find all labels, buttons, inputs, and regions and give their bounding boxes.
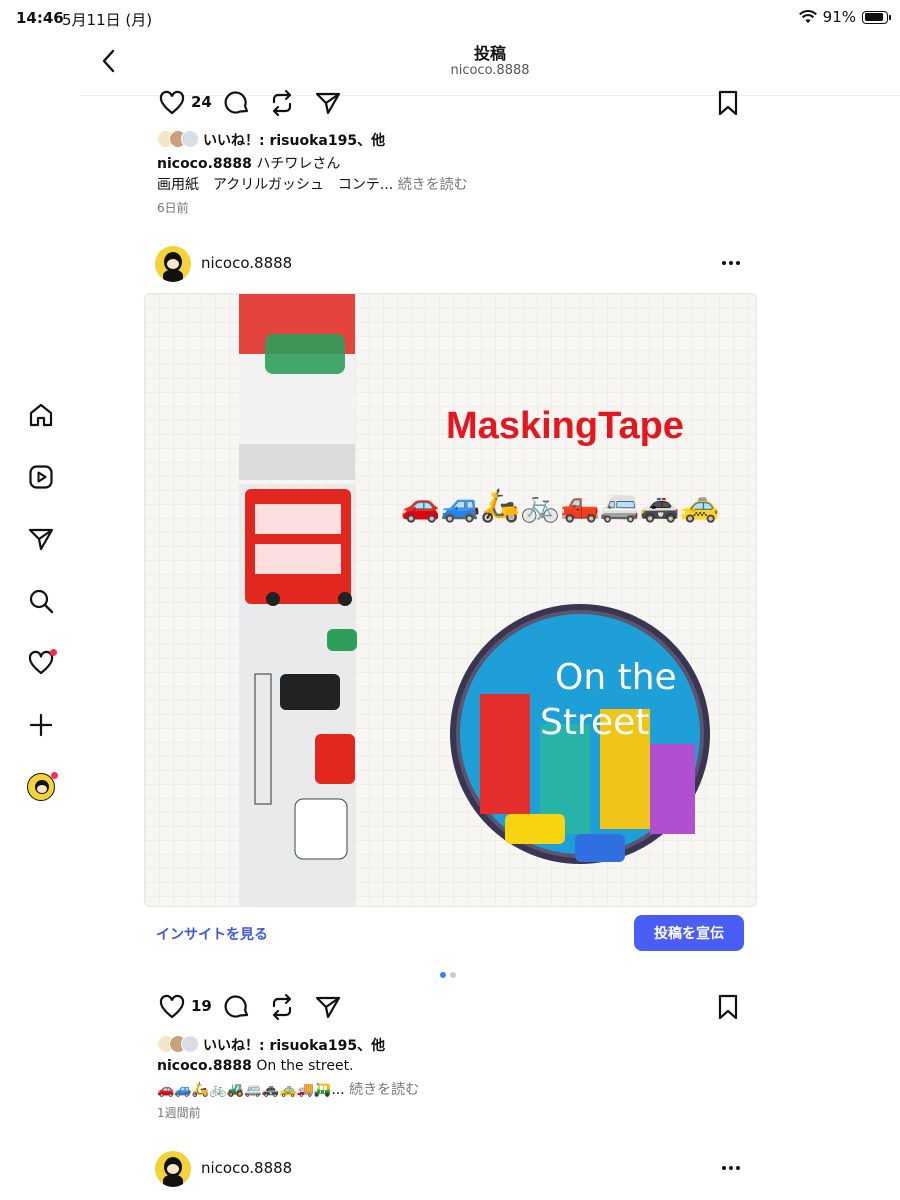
status-date: 5月11日 (月) <box>62 11 153 29</box>
promote-post-button[interactable]: 投稿を宣伝 <box>634 915 744 951</box>
more-icon <box>722 1166 740 1170</box>
comment-button[interactable] <box>220 990 254 1024</box>
caption-text: ハチワレさん <box>256 156 341 172</box>
like-button[interactable] <box>155 990 189 1024</box>
repost-button[interactable] <box>265 86 299 120</box>
share-button[interactable] <box>311 990 345 1024</box>
nav-create[interactable] <box>24 708 58 742</box>
caption-text-2: 🚗🚙🛵🚲🚜🚐🚓🚕🚚🛺... <box>157 1082 345 1098</box>
reels-icon <box>29 465 53 489</box>
caption-text: On the street. <box>256 1058 354 1074</box>
repost-icon <box>272 89 292 117</box>
liked-avatars <box>157 130 199 148</box>
caption-line: nicoco.8888 ハチワレさん <box>157 153 340 173</box>
status-time: 14:46 <box>16 9 64 27</box>
avatar[interactable] <box>155 246 191 282</box>
send-icon <box>315 92 341 115</box>
more-icon <box>722 261 740 265</box>
caption-username[interactable]: nicoco.8888 <box>157 156 252 172</box>
heart-icon <box>159 90 185 115</box>
repost-icon <box>272 993 292 1021</box>
heart-icon <box>159 994 185 1019</box>
carousel-dot <box>440 972 446 978</box>
liked-avatars <box>157 1035 199 1053</box>
save-button[interactable] <box>711 990 745 1024</box>
page-title: 投稿 <box>473 44 506 63</box>
post-time: 1週間前 <box>157 1106 201 1120</box>
status-bar: 14:46 5月11日 (月) 91% <box>0 0 900 36</box>
caption-username[interactable]: nicoco.8888 <box>157 1058 252 1074</box>
read-more-link[interactable]: 続きを読む <box>398 177 468 193</box>
notification-dot <box>51 772 58 779</box>
send-icon <box>28 528 54 551</box>
nav-activity[interactable] <box>24 646 58 680</box>
comment-icon <box>224 91 249 114</box>
bookmark-icon <box>718 90 738 116</box>
repost-button[interactable] <box>265 990 299 1024</box>
like-count: 19 <box>191 997 212 1015</box>
battery-icon <box>862 10 891 24</box>
image-emoji-row: 🚗🚙🛵🚲🛻🚐🚓🚕 <box>401 486 720 524</box>
like-button[interactable] <box>155 86 189 120</box>
page-subtitle: nicoco.8888 <box>450 63 530 78</box>
caption-line-2: 🚗🚙🛵🚲🚜🚐🚓🚕🚚🛺... 続きを読む <box>157 1079 419 1099</box>
nav-search[interactable] <box>24 584 58 618</box>
carousel-dot <box>450 972 456 978</box>
nav-messages[interactable] <box>24 522 58 556</box>
like-count: 24 <box>191 93 212 111</box>
caption-line-2: 画用紙 アクリルガッシュ コンテ... 続きを読む <box>157 174 468 194</box>
caption-line: nicoco.8888 On the street. <box>157 1058 354 1074</box>
home-icon <box>29 403 53 427</box>
post-image[interactable]: MaskingTape 🚗🚙🛵🚲🛻🚐🚓🚕 On the Street <box>144 293 757 907</box>
carousel-indicator <box>440 972 456 978</box>
save-button[interactable] <box>711 86 745 120</box>
share-button[interactable] <box>311 86 345 120</box>
more-options-button[interactable] <box>714 246 748 280</box>
roll-text-1: On the <box>555 657 677 698</box>
wifi-icon <box>798 10 817 23</box>
nav-reels[interactable] <box>24 460 58 494</box>
liked-by[interactable]: いいね！: risuoka195、他 <box>203 130 385 150</box>
masking-tape-illustration: MaskingTape 🚗🚙🛵🚲🛻🚐🚓🚕 On the Street <box>239 294 720 906</box>
status-right: 91% <box>798 8 891 26</box>
roll-text-2: Street <box>540 702 649 743</box>
read-more-link[interactable]: 続きを読む <box>349 1082 419 1098</box>
post-time: 6日前 <box>157 201 189 215</box>
nav-home[interactable] <box>24 398 58 432</box>
caption-text-2: 画用紙 アクリルガッシュ コンテ... <box>157 177 394 193</box>
avatar[interactable] <box>155 1151 191 1187</box>
view-insights-link[interactable]: インサイトを見る <box>156 924 268 944</box>
comment-button[interactable] <box>220 86 254 120</box>
battery-percent: 91% <box>822 8 856 26</box>
post-username[interactable]: nicoco.8888 <box>201 1159 292 1177</box>
notification-dot <box>50 649 57 656</box>
liked-by[interactable]: いいね！: risuoka195、他 <box>203 1035 385 1055</box>
image-title: MaskingTape <box>446 405 684 447</box>
nav-profile[interactable] <box>24 770 58 804</box>
send-icon <box>315 996 341 1019</box>
post-username[interactable]: nicoco.8888 <box>201 254 292 272</box>
plus-icon <box>29 713 53 737</box>
search-icon <box>29 589 54 614</box>
more-options-button[interactable] <box>714 1151 748 1185</box>
comment-icon <box>224 995 249 1018</box>
post-header: 投稿 nicoco.8888 <box>80 36 900 96</box>
bookmark-icon <box>718 994 738 1020</box>
